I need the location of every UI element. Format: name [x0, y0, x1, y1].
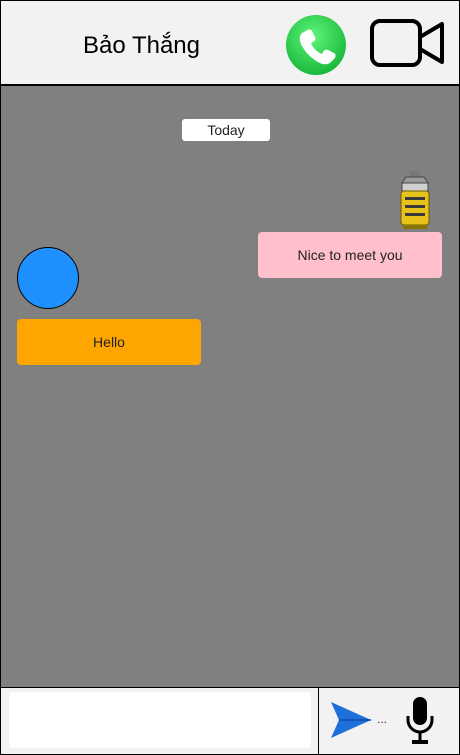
message-bubble-outgoing[interactable]: Nice to meet you	[258, 232, 442, 278]
overflow-text: ...	[377, 712, 388, 726]
call-button[interactable]	[280, 7, 352, 79]
date-separator: Today	[182, 119, 270, 141]
video-call-button[interactable]	[369, 17, 447, 71]
chat-header: Bảo Thắng	[0, 0, 460, 85]
robot-avatar-icon	[395, 169, 435, 231]
message-bubble-incoming[interactable]: Hello	[17, 319, 201, 365]
video-camera-icon	[370, 19, 444, 67]
message-composer: ...	[0, 687, 460, 755]
microphone-icon	[406, 697, 434, 744]
divider	[318, 688, 319, 754]
contact-name: Bảo Thắng	[83, 32, 200, 59]
avatar[interactable]	[17, 247, 79, 309]
send-icon	[331, 702, 371, 738]
message-area[interactable]: Today Nice to meet you Hello	[0, 85, 460, 688]
message-input[interactable]	[9, 692, 311, 748]
send-button[interactable]	[327, 696, 375, 744]
voice-record-button[interactable]	[403, 694, 437, 748]
phone-icon	[286, 15, 346, 75]
